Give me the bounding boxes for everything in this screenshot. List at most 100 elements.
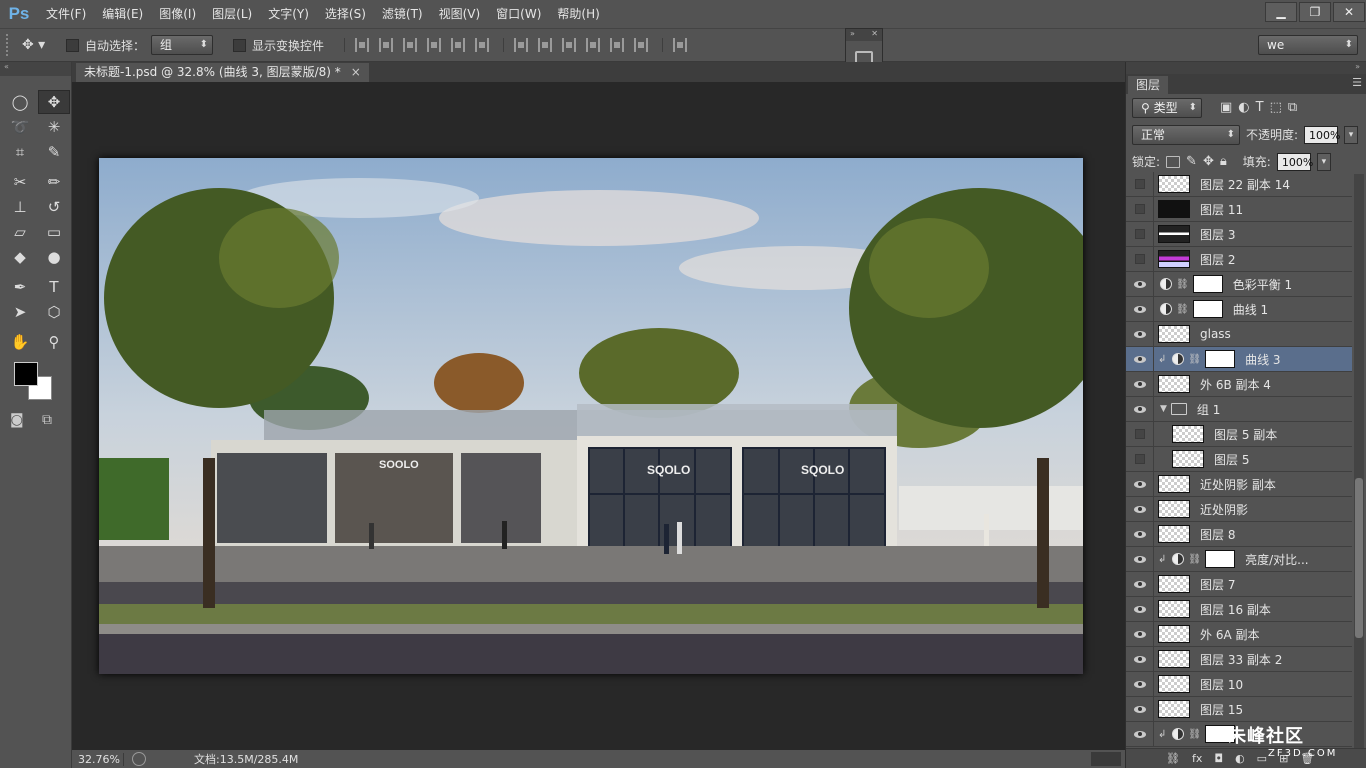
grip-handle[interactable] <box>6 34 12 56</box>
menu-item-6[interactable]: 滤镜(T) <box>374 0 431 28</box>
layer-row[interactable]: 图层 11 <box>1126 196 1352 222</box>
layer-row[interactable]: 图层 5 <box>1126 446 1352 472</box>
close-icon[interactable]: ✕ <box>1333 2 1365 22</box>
eye-icon[interactable] <box>1126 296 1154 322</box>
layer-row[interactable]: 图层 7 <box>1126 571 1352 597</box>
panel-menu-icon[interactable]: ☰ <box>1352 76 1362 89</box>
layer-list-scrollbar[interactable] <box>1354 174 1364 749</box>
align-top-icon[interactable] <box>355 38 370 52</box>
lasso-tool-icon[interactable]: ➰ <box>4 115 36 139</box>
opacity-input[interactable]: 100% <box>1304 125 1341 144</box>
shape-tool-icon[interactable]: ⬡ <box>38 300 70 324</box>
auto-select-checkbox[interactable] <box>66 38 79 52</box>
eraser-tool-icon[interactable]: ▱ <box>4 220 36 244</box>
visibility-toggle[interactable] <box>1126 446 1154 472</box>
distribute-right-icon[interactable] <box>634 38 649 52</box>
healing-brush-tool-icon[interactable]: ✂ <box>4 170 36 194</box>
align-left-icon[interactable] <box>427 38 442 52</box>
filter-smart-icon[interactable]: ⧉ <box>1288 100 1297 115</box>
workspace-dropdown[interactable]: we <box>1258 35 1358 55</box>
layers-tab[interactable]: 图层 <box>1128 76 1169 94</box>
menu-item-1[interactable]: 编辑(E) <box>94 0 151 28</box>
layer-row[interactable]: 图层 10 <box>1126 671 1352 697</box>
magic-wand-tool-icon[interactable]: ✳ <box>38 115 70 139</box>
align-vcenter-icon[interactable] <box>379 38 394 52</box>
eye-icon[interactable] <box>1126 471 1154 497</box>
eye-icon[interactable] <box>1126 546 1154 572</box>
zoom-level[interactable]: 32.76% <box>72 752 124 766</box>
layer-row[interactable]: 图层 22 副本 14 <box>1126 172 1352 197</box>
move-tool-preset[interactable]: ✥ ▾ <box>22 37 66 53</box>
distribute-hcenter-icon[interactable] <box>610 38 625 52</box>
opacity-dropdown-icon[interactable]: ▾ <box>1344 125 1359 144</box>
layer-row[interactable]: ⛓ 曲线 1 <box>1126 296 1352 322</box>
layer-row[interactable]: 图层 2 <box>1126 246 1352 272</box>
minimize-icon[interactable]: ▁ <box>1265 2 1297 22</box>
lock-all-icon[interactable]: 🔒︎ <box>1220 154 1227 169</box>
fill-input[interactable]: 100% <box>1276 152 1313 171</box>
menu-item-0[interactable]: 文件(F) <box>38 0 94 28</box>
menu-item-2[interactable]: 图像(I) <box>151 0 204 28</box>
eye-icon[interactable] <box>1126 696 1154 722</box>
visibility-toggle[interactable] <box>1126 196 1154 222</box>
panel-collapse-icon[interactable]: » <box>1126 62 1366 74</box>
layer-row[interactable]: 图层 5 副本 <box>1126 421 1352 447</box>
eye-icon[interactable] <box>1126 271 1154 297</box>
eye-icon[interactable] <box>1126 521 1154 547</box>
lock-pixels-icon[interactable]: ✎ <box>1186 154 1197 169</box>
distribute-left-icon[interactable] <box>586 38 601 52</box>
layer-row[interactable]: ↲ ⛓ 曲线 3 <box>1126 346 1352 372</box>
hand-tool-icon[interactable]: ✋ <box>4 330 36 354</box>
eye-icon[interactable] <box>1126 571 1154 597</box>
distribute-vcenter-icon[interactable] <box>538 38 553 52</box>
quick-mask-icon[interactable]: ◙ <box>10 412 24 428</box>
crop-tool-icon[interactable]: ⌗ <box>4 140 36 164</box>
eye-icon[interactable] <box>1126 646 1154 672</box>
fx-icon[interactable]: fx <box>1192 752 1202 765</box>
history-brush-tool-icon[interactable]: ↺ <box>38 195 70 219</box>
type-tool-icon[interactable]: T <box>38 275 70 299</box>
layer-row[interactable]: 图层 33 副本 2 <box>1126 646 1352 672</box>
align-hcenter-icon[interactable] <box>451 38 466 52</box>
screen-mode-icon[interactable]: ⧉ <box>42 412 52 428</box>
align-right-icon[interactable] <box>475 38 490 52</box>
canvas-area[interactable]: SOOLO SQOLO SQOLO <box>72 82 1125 750</box>
layer-row[interactable]: 图层 8 <box>1126 521 1352 547</box>
marquee-tool-icon[interactable]: ◯ <box>4 90 36 114</box>
filter-pixel-icon[interactable]: ▣ <box>1220 100 1232 115</box>
menu-item-9[interactable]: 帮助(H) <box>549 0 607 28</box>
filter-adjust-icon[interactable]: ◐ <box>1238 100 1249 115</box>
distribute-bottom-icon[interactable] <box>562 38 577 52</box>
restore-icon[interactable]: ❐ <box>1299 2 1331 22</box>
filter-type-icon[interactable]: T <box>1256 100 1264 115</box>
eye-icon[interactable] <box>1126 346 1154 372</box>
layer-row[interactable]: 近处阴影 <box>1126 496 1352 522</box>
gradient-tool-icon[interactable]: ▭ <box>38 220 70 244</box>
blend-mode-dropdown[interactable]: 正常 <box>1132 124 1240 145</box>
add-mask-icon[interactable]: ◘ <box>1214 752 1223 765</box>
eye-icon[interactable] <box>1126 721 1154 747</box>
document-tab[interactable]: 未标题-1.psd @ 32.8% (曲线 3, 图层蒙版/8) * × <box>76 63 369 82</box>
eye-icon[interactable] <box>1126 596 1154 622</box>
eye-icon[interactable] <box>1126 496 1154 522</box>
auto-align-icon[interactable] <box>673 38 688 52</box>
horizontal-scrollbar[interactable] <box>1091 752 1121 766</box>
brush-tool-icon[interactable]: ✏ <box>38 170 70 194</box>
foreground-color[interactable] <box>14 362 38 386</box>
path-select-tool-icon[interactable]: ➤ <box>4 300 36 324</box>
show-transform-checkbox[interactable] <box>233 38 247 52</box>
scrollbar-thumb[interactable] <box>1355 478 1363 638</box>
layer-row[interactable]: ▼ 组 1 <box>1126 396 1352 422</box>
eyedropper-tool-icon[interactable]: ✎ <box>38 140 70 164</box>
zoom-tool-icon[interactable]: ⚲ <box>38 330 70 354</box>
layer-row[interactable]: 图层 15 <box>1126 696 1352 722</box>
layer-row[interactable]: 图层 3 <box>1126 221 1352 247</box>
stamp-tool-icon[interactable]: ⊥ <box>4 195 36 219</box>
menu-item-8[interactable]: 窗口(W) <box>488 0 549 28</box>
layer-row[interactable]: ↲ ⛓ 亮度/对比... <box>1126 546 1352 572</box>
lock-position-icon[interactable]: ✥ <box>1203 154 1214 169</box>
align-bottom-icon[interactable] <box>403 38 418 52</box>
eye-icon[interactable] <box>1126 396 1154 422</box>
floating-panel-header[interactable]: » ✕ <box>846 29 882 41</box>
eye-icon[interactable] <box>1126 371 1154 397</box>
